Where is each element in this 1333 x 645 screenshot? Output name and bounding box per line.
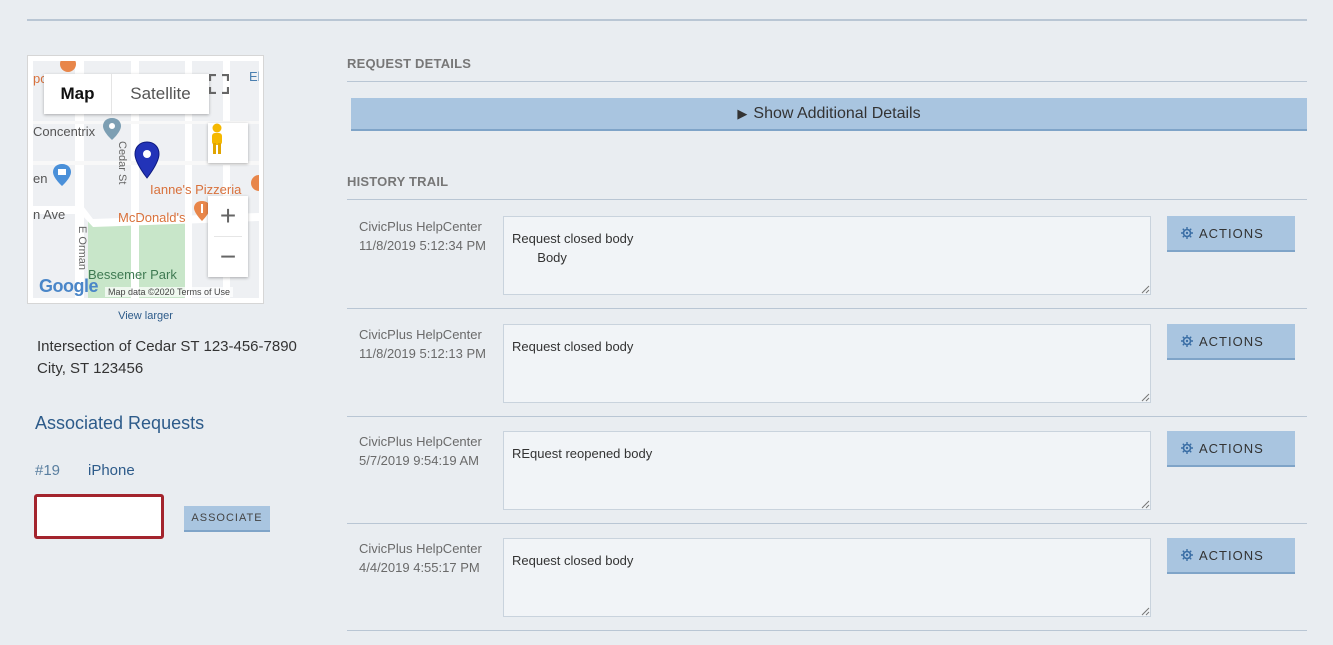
gear-icon: [1181, 335, 1193, 347]
history-entry-timestamp: 11/8/2019 5:12:34 PM: [359, 238, 486, 253]
map-label-en: en: [33, 171, 48, 186]
history-entry: CivicPlus HelpCenter 11/8/2019 5:12:34 P…: [347, 202, 1307, 309]
poi-marker-icon[interactable]: [102, 117, 122, 141]
map-type-control: Map Satellite: [44, 74, 209, 114]
map-label-orman: E Orman: [76, 226, 88, 271]
map-type-map-button[interactable]: Map: [44, 74, 112, 114]
zoom-in-button[interactable]: +: [208, 196, 248, 236]
pegman-icon: [212, 123, 222, 154]
location-pin-icon[interactable]: [134, 141, 160, 179]
map-label-mcdonalds: McDonald's: [118, 210, 186, 225]
expand-arrow-icon: ▶: [737, 105, 748, 121]
history-entry: CivicPlus HelpCenter 4/4/2019 4:55:17 PM…: [347, 524, 1307, 631]
google-logo: Google: [39, 276, 99, 296]
fullscreen-button[interactable]: [209, 74, 249, 114]
history-entry-body[interactable]: Request closed body Body: [503, 216, 1151, 295]
address: Intersection of Cedar ST 123-456-7890 Ci…: [37, 336, 297, 380]
associated-requests-heading: Associated Requests: [35, 413, 205, 433]
request-details-divider: [347, 81, 1307, 82]
zoom-control: + −: [208, 196, 248, 277]
history-entry-author: CivicPlus HelpCenter: [359, 327, 482, 342]
history-entry-author: CivicPlus HelpCenter: [359, 541, 482, 556]
gear-icon: [1181, 549, 1193, 561]
restaurant-marker-icon-2[interactable]: [249, 174, 259, 196]
history-entry-author: CivicPlus HelpCenter: [359, 434, 482, 449]
history-entry-body[interactable]: REquest reopened body: [503, 431, 1151, 510]
actions-button[interactable]: ACTIONS: [1167, 324, 1295, 360]
request-details-heading: REQUEST DETAILS: [347, 56, 472, 71]
zoom-out-button[interactable]: −: [208, 237, 248, 277]
history-entry-meta: CivicPlus HelpCenter 5/7/2019 9:54:19 AM: [359, 432, 494, 470]
fullscreen-icon: [209, 74, 229, 94]
history-entry-timestamp: 5/7/2019 9:54:19 AM: [359, 453, 479, 468]
associated-request-link[interactable]: iPhone: [88, 462, 135, 479]
store-marker-icon[interactable]: [52, 163, 72, 187]
gear-icon: [1181, 442, 1193, 454]
map-label-pizzeria: Ianne's Pizzeria: [150, 182, 242, 197]
top-divider: [27, 19, 1307, 21]
history-entry: CivicPlus HelpCenter 11/8/2019 5:12:13 P…: [347, 310, 1307, 417]
history-trail-heading: HISTORY TRAIL: [347, 174, 449, 189]
history-entry-meta: CivicPlus HelpCenter 4/4/2019 4:55:17 PM: [359, 539, 494, 577]
location-map[interactable]: Concentrix Cedar St Ianne's Pizzeria McD…: [27, 55, 264, 304]
street-view-pegman-button[interactable]: [208, 123, 248, 163]
map-attribution[interactable]: Map data ©2020 Terms of Use: [105, 287, 234, 297]
actions-button[interactable]: ACTIONS: [1167, 216, 1295, 252]
map-label-el: El: [249, 69, 259, 84]
history-trail-divider: [347, 199, 1307, 200]
address-line-2: City, ST 123456: [37, 360, 144, 377]
actions-button[interactable]: ACTIONS: [1167, 431, 1295, 467]
associated-request-number: #19: [35, 462, 61, 479]
resize-grip-icon[interactable]: [1141, 285, 1150, 294]
associate-button[interactable]: ASSOCIATE: [184, 506, 270, 532]
resize-grip-icon[interactable]: [1141, 607, 1150, 616]
map-label-concentrix: Concentrix: [33, 124, 96, 139]
associate-request-input[interactable]: [34, 494, 164, 539]
history-entry-meta: CivicPlus HelpCenter 11/8/2019 5:12:13 P…: [359, 325, 494, 363]
history-entry-body[interactable]: Request closed body: [503, 324, 1151, 403]
poi-marker-top-icon: [60, 61, 76, 72]
map-label-park: Bessemer Park: [88, 267, 177, 282]
resize-grip-icon[interactable]: [1141, 500, 1150, 509]
history-entry-timestamp: 11/8/2019 5:12:13 PM: [359, 346, 486, 361]
map-type-satellite-button[interactable]: Satellite: [112, 74, 209, 114]
gear-icon: [1181, 227, 1193, 239]
history-entry: CivicPlus HelpCenter 5/7/2019 9:54:19 AM…: [347, 417, 1307, 524]
history-entry-author: CivicPlus HelpCenter: [359, 219, 482, 234]
address-line-1: Intersection of Cedar ST 123-456-7890: [37, 338, 297, 355]
history-entry-meta: CivicPlus HelpCenter 11/8/2019 5:12:34 P…: [359, 217, 494, 255]
actions-button[interactable]: ACTIONS: [1167, 538, 1295, 574]
history-entry-timestamp: 4/4/2019 4:55:17 PM: [359, 560, 480, 575]
actions-label: ACTIONS: [1199, 440, 1264, 456]
actions-label: ACTIONS: [1199, 333, 1264, 349]
view-larger-link[interactable]: View larger: [27, 310, 264, 322]
map-label-ave: n Ave: [33, 207, 66, 222]
history-entry-body[interactable]: Request closed body: [503, 538, 1151, 617]
resize-grip-icon[interactable]: [1141, 393, 1150, 402]
actions-label: ACTIONS: [1199, 547, 1264, 563]
show-additional-details-button[interactable]: ▶ Show Additional Details: [351, 98, 1307, 131]
map-canvas[interactable]: Concentrix Cedar St Ianne's Pizzeria McD…: [33, 61, 259, 298]
actions-label: ACTIONS: [1199, 225, 1264, 241]
map-label-cedar-st: Cedar St: [116, 141, 128, 185]
show-additional-details-label: Show Additional Details: [753, 104, 921, 122]
